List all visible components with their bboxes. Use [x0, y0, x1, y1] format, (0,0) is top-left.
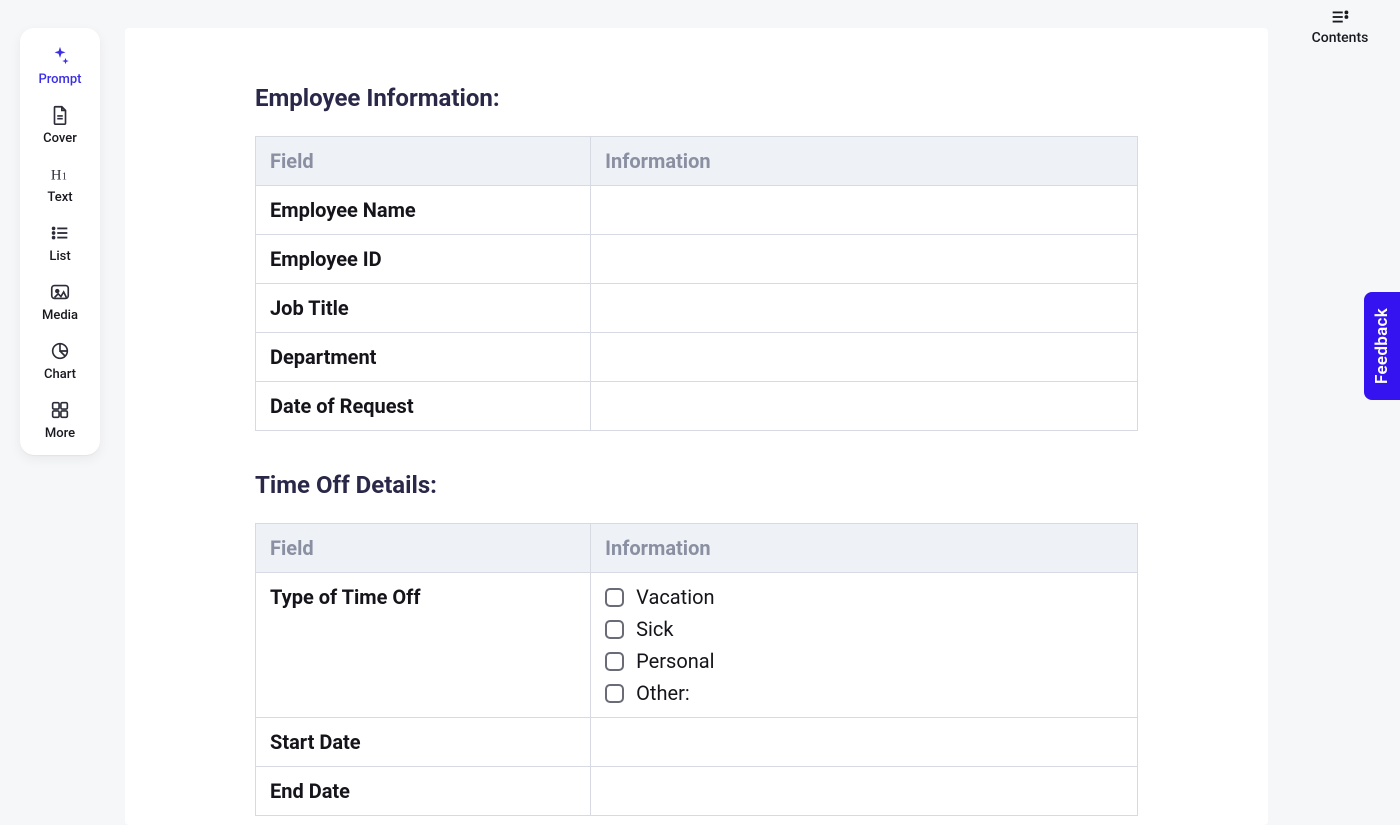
field-cell: Type of Time Off [256, 573, 591, 718]
tool-chart-label: Chart [44, 367, 76, 382]
checkbox-icon[interactable] [605, 684, 624, 703]
toolbox: Prompt Cover H1 Text List Media [20, 28, 100, 455]
table-row: Type of Time Off Vacation Sick [256, 573, 1138, 718]
value-cell[interactable] [591, 718, 1138, 767]
value-cell[interactable] [591, 767, 1138, 816]
canvas: Employee Information: Field Information … [125, 28, 1268, 825]
svg-text:H: H [51, 168, 62, 184]
checklist-item[interactable]: Personal [605, 649, 1123, 673]
field-cell: Employee Name [256, 186, 591, 235]
contents-icon [1329, 6, 1351, 28]
image-icon [48, 280, 72, 304]
tool-list[interactable]: List [20, 213, 100, 266]
heading-icon: H1 [48, 162, 72, 186]
table-row: Employee ID [256, 235, 1138, 284]
tool-cover-label: Cover [43, 131, 77, 146]
checkbox-icon[interactable] [605, 620, 624, 639]
feedback-tab[interactable]: Feedback [1364, 292, 1400, 400]
timeoff-table: Field Information Type of Time Off Vacat… [255, 523, 1138, 816]
checkbox-icon[interactable] [605, 588, 624, 607]
tool-list-label: List [49, 249, 70, 264]
tool-media[interactable]: Media [20, 272, 100, 325]
document[interactable]: Employee Information: Field Information … [125, 28, 1268, 825]
contents-label: Contents [1312, 30, 1369, 46]
list-icon [48, 221, 72, 245]
checklist-label: Vacation [636, 585, 714, 609]
tool-cover[interactable]: Cover [20, 95, 100, 148]
table-header: Information [591, 524, 1138, 573]
table-row: Start Date [256, 718, 1138, 767]
value-cell[interactable] [591, 284, 1138, 333]
grid-icon [48, 398, 72, 422]
table-row: Job Title [256, 284, 1138, 333]
tool-prompt-label: Prompt [38, 72, 81, 87]
tool-prompt[interactable]: Prompt [20, 36, 100, 89]
svg-text:1: 1 [62, 172, 67, 183]
checklist-label: Other: [636, 681, 690, 705]
right-rail: Contents [1280, 0, 1400, 825]
value-cell[interactable] [591, 333, 1138, 382]
tool-text[interactable]: H1 Text [20, 154, 100, 207]
value-cell[interactable] [591, 186, 1138, 235]
section-heading-timeoff: Time Off Details: [255, 471, 1138, 499]
checklist: Vacation Sick Personal [605, 585, 1123, 705]
tool-chart[interactable]: Chart [20, 331, 100, 384]
table-header: Field [256, 524, 591, 573]
checklist-label: Sick [636, 617, 673, 641]
checkbox-icon[interactable] [605, 652, 624, 671]
value-cell[interactable] [591, 382, 1138, 431]
piechart-icon [48, 339, 72, 363]
table-row: End Date [256, 767, 1138, 816]
table-row: Date of Request [256, 382, 1138, 431]
table-row: Employee Name [256, 186, 1138, 235]
page-icon [48, 103, 72, 127]
employee-info-table: Field Information Employee Name Employee… [255, 136, 1138, 431]
field-cell: End Date [256, 767, 591, 816]
tool-more-label: More [45, 426, 75, 441]
tool-more[interactable]: More [20, 390, 100, 443]
checklist-item[interactable]: Vacation [605, 585, 1123, 609]
table-header: Field [256, 137, 591, 186]
value-cell[interactable] [591, 235, 1138, 284]
checklist-label: Personal [636, 649, 714, 673]
field-cell: Job Title [256, 284, 591, 333]
tool-text-label: Text [47, 190, 72, 205]
contents-button[interactable]: Contents [1312, 6, 1369, 46]
table-row: Department [256, 333, 1138, 382]
checklist-item[interactable]: Other: [605, 681, 1123, 705]
section-heading-employee-info: Employee Information: [255, 84, 1138, 112]
field-cell: Start Date [256, 718, 591, 767]
field-cell: Department [256, 333, 591, 382]
sparkle-icon [48, 44, 72, 68]
checklist-item[interactable]: Sick [605, 617, 1123, 641]
tool-media-label: Media [42, 308, 78, 323]
value-cell[interactable]: Vacation Sick Personal [591, 573, 1138, 718]
field-cell: Date of Request [256, 382, 591, 431]
field-cell: Employee ID [256, 235, 591, 284]
table-header: Information [591, 137, 1138, 186]
